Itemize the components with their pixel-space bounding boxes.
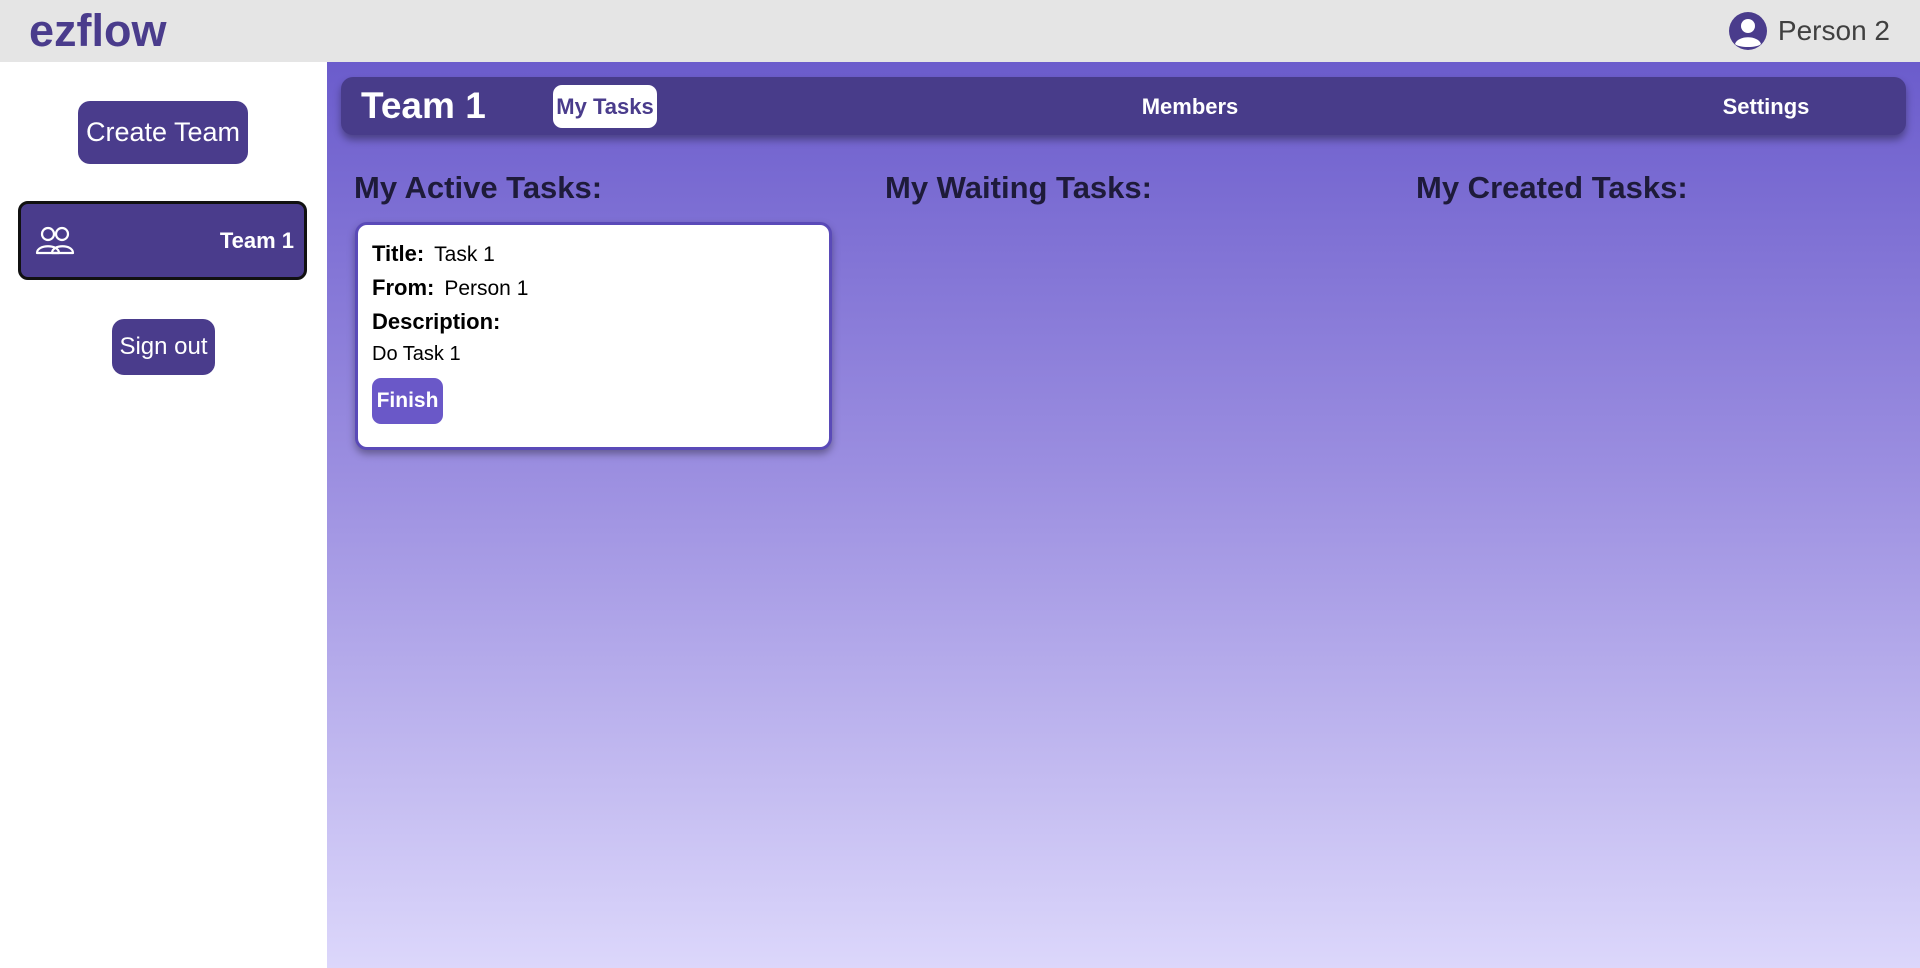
user-avatar-icon[interactable]: [1728, 11, 1768, 51]
tab-members[interactable]: Members: [1135, 85, 1245, 128]
created-tasks-heading: My Created Tasks:: [1416, 170, 1688, 205]
task-title-label: Title:: [372, 241, 425, 266]
group-icon: [35, 226, 75, 254]
task-description-label: Description:: [372, 309, 501, 334]
sidebar-item-label: Team 1: [219, 227, 294, 253]
task-from-label: From:: [372, 275, 435, 300]
active-tasks-heading: My Active Tasks:: [354, 170, 603, 205]
task-title-value: Task 1: [434, 243, 495, 266]
user-menu[interactable]: Person 2: [1728, 10, 1890, 52]
task-card: Title: Task 1 From: Person 1 Description…: [355, 222, 832, 450]
sign-out-button[interactable]: Sign out: [112, 319, 215, 375]
task-from-row: From: Person 1: [372, 275, 815, 301]
task-description-row: Description:: [372, 309, 815, 335]
sidebar: Create Team Team 1 Sign out: [0, 62, 327, 968]
create-team-button[interactable]: Create Team: [78, 101, 248, 164]
waiting-tasks-heading: My Waiting Tasks:: [885, 170, 1152, 205]
team-nav-bar: Team 1 My Tasks Members Settings: [341, 77, 1906, 135]
user-name: Person 2: [1777, 15, 1890, 46]
task-title-row: Title: Task 1: [372, 241, 815, 267]
task-from-value: Person 1: [444, 277, 529, 300]
team-title: Team 1: [361, 85, 486, 126]
brand-logo[interactable]: ezflow: [29, 5, 167, 57]
task-description-value: Do Task 1: [372, 343, 461, 365]
main-content: Team 1 My Tasks Members Settings My Acti…: [327, 62, 1920, 968]
top-bar: ezflow Person 2: [0, 0, 1920, 62]
finish-button[interactable]: Finish: [372, 378, 443, 424]
tab-settings[interactable]: Settings: [1711, 85, 1821, 128]
tab-my-tasks[interactable]: My Tasks: [553, 85, 657, 128]
sidebar-item-team-1[interactable]: Team 1: [18, 201, 307, 280]
